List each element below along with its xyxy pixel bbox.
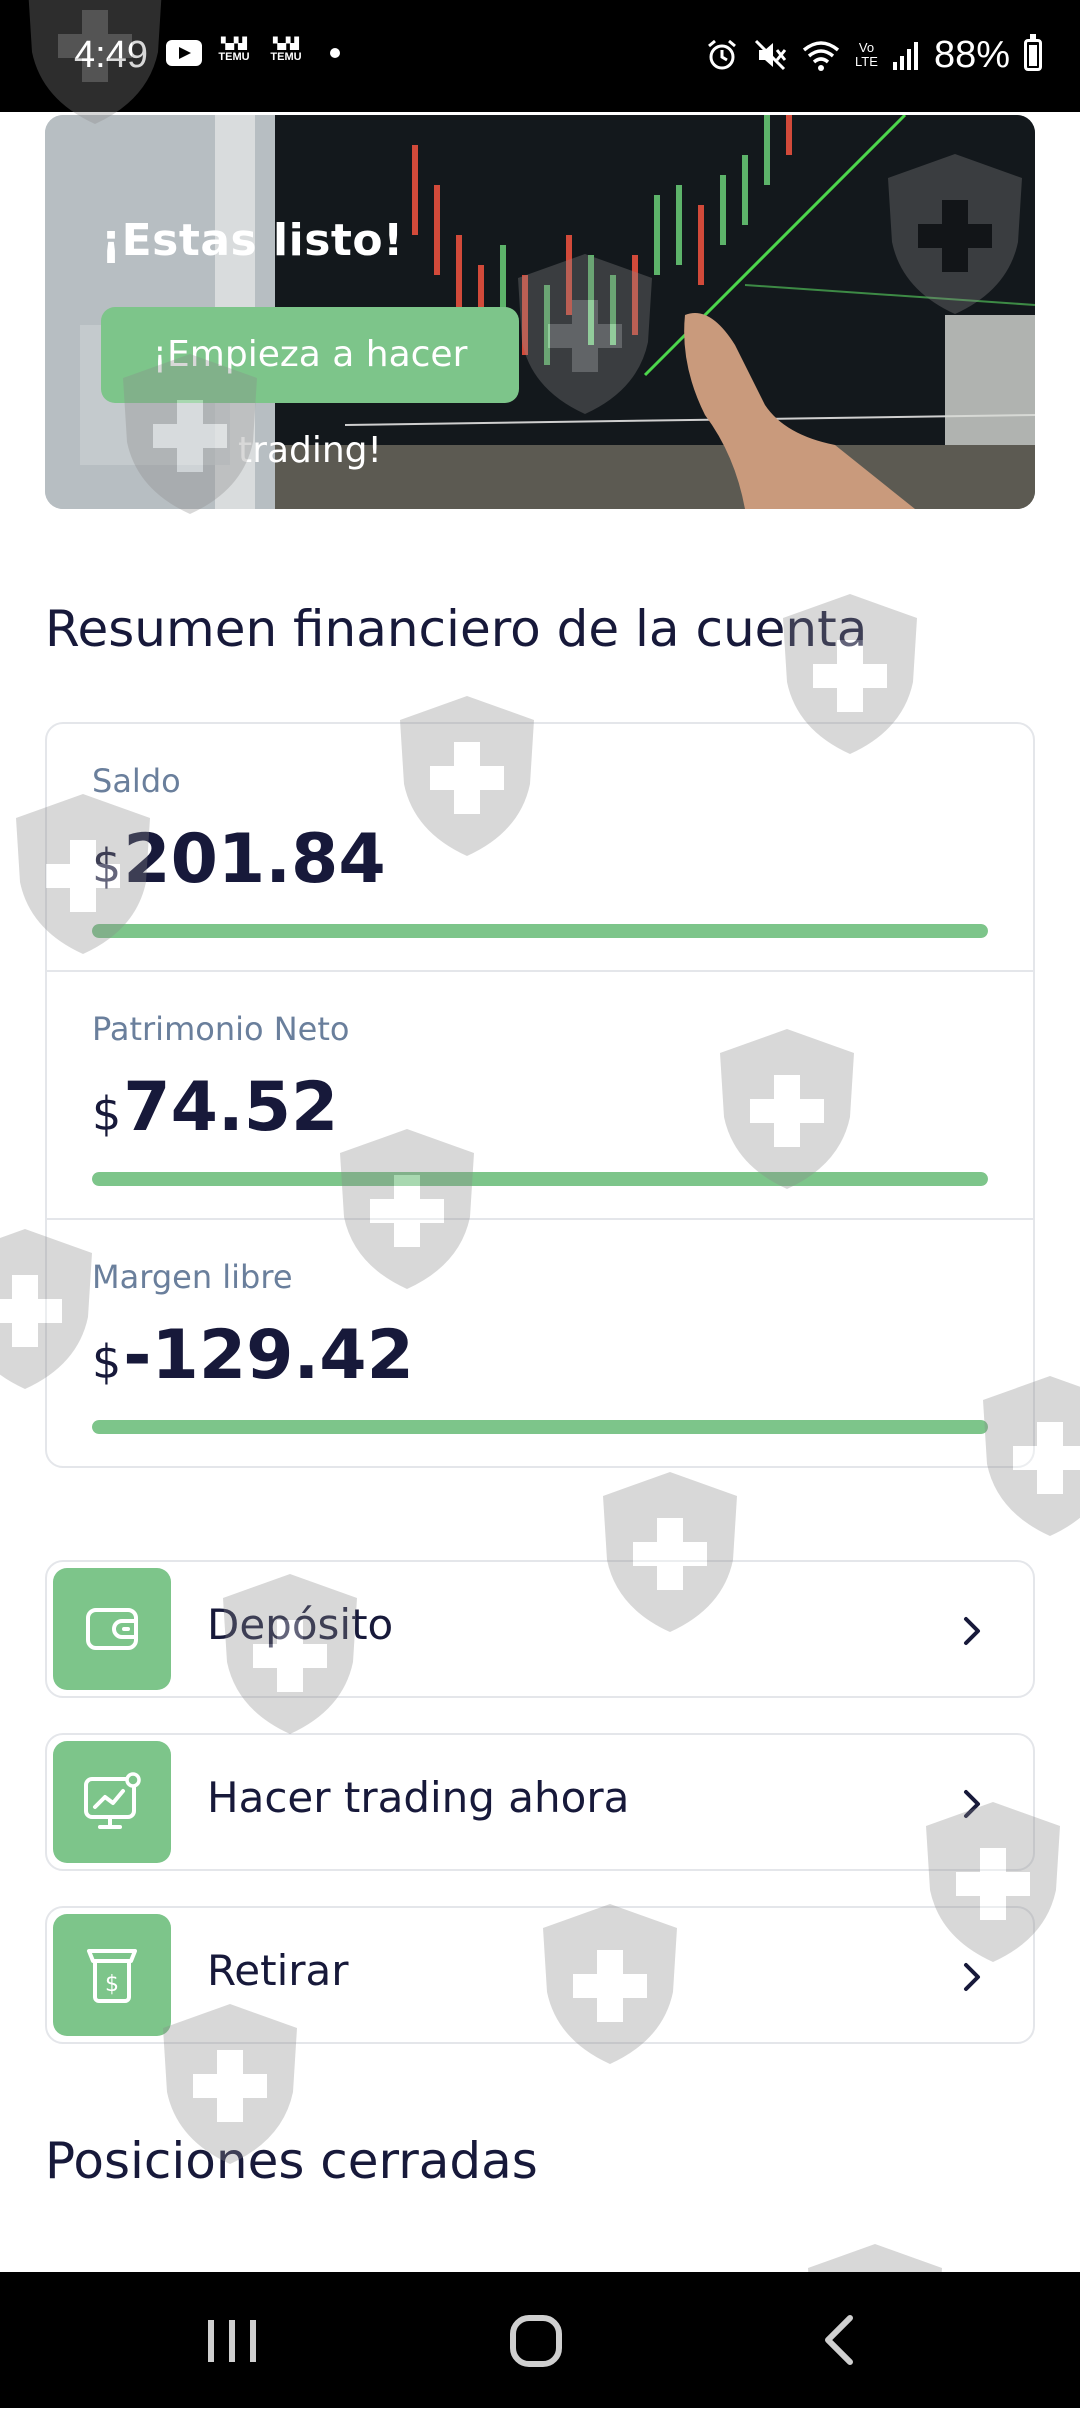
currency-symbol: $ (92, 1335, 122, 1389)
battery-icon (1024, 34, 1042, 71)
deposit-label: Depósito (207, 1600, 394, 1649)
status-bar: 4:49 ▚▞▟ TEMU ▚▞▟ TEMU Vo LTE 88% (0, 0, 1080, 112)
summary-title: Resumen financiero de la cuenta (45, 600, 868, 658)
currency-symbol: $ (92, 839, 122, 893)
alarm-icon (708, 39, 737, 70)
chevron-right-icon (964, 1790, 980, 1818)
battery-percentage: 88% (933, 34, 1010, 76)
metric-saldo: Saldo $201.84 (47, 724, 1033, 972)
mute-icon (754, 39, 787, 71)
volte-lte-icon: Vo LTE (855, 40, 878, 69)
temu-icon: ▚▞▟ TEMU (270, 38, 302, 63)
back-icon (825, 2315, 853, 2365)
metric-patrimonio-neto: Patrimonio Neto $74.52 (47, 972, 1033, 1220)
status-time: 4:49 (74, 34, 148, 76)
system-status-icons: Vo LTE 88% (705, 30, 1042, 80)
metric-amount: -129.42 (123, 1316, 414, 1395)
temu-icon: ▚▞▟ TEMU (218, 38, 250, 63)
progress-bar (92, 924, 988, 938)
metric-label: Margen libre (92, 1258, 293, 1296)
metric-margen-libre: Margen libre $-129.42 (47, 1220, 1033, 1468)
trade-now-label: Hacer trading ahora (207, 1773, 630, 1822)
deposit-button[interactable]: Depósito (45, 1560, 1035, 1698)
withdraw-button[interactable]: $ Retirar (45, 1906, 1035, 2044)
trade-now-button[interactable]: Hacer trading ahora (45, 1733, 1035, 1871)
dot-icon (330, 48, 340, 58)
svg-text:$: $ (105, 1972, 119, 1997)
progress-bar (92, 1172, 988, 1186)
chevron-right-icon (964, 1963, 980, 1991)
start-trading-button[interactable]: ¡Empieza a hacer trading! (101, 307, 519, 471)
signal-icon (892, 42, 918, 70)
metric-amount: 201.84 (123, 820, 386, 899)
trading-chart-icon (53, 1741, 171, 1863)
account-summary-card: Saldo $201.84 Patrimonio Neto $74.52 Mar… (45, 722, 1035, 1468)
system-nav-bar (0, 2272, 1080, 2408)
progress-bar-fill (92, 1172, 988, 1186)
currency-symbol: $ (92, 1087, 122, 1141)
withdraw-label: Retirar (207, 1946, 349, 1995)
youtube-icon (166, 40, 202, 66)
closed-positions-title: Posiciones cerradas (45, 2132, 538, 2190)
metric-value: $201.84 (92, 820, 386, 899)
recent-apps-button[interactable] (132, 2272, 332, 2408)
back-button[interactable] (740, 2272, 940, 2408)
metric-value: $74.52 (92, 1068, 338, 1147)
progress-bar-fill (92, 1420, 988, 1434)
banner-title: ¡Estas listo! (101, 215, 404, 266)
progress-bar-fill (92, 924, 988, 938)
chevron-right-icon (964, 1617, 980, 1645)
metric-label: Patrimonio Neto (92, 1010, 350, 1048)
wifi-icon (802, 41, 840, 71)
withdraw-icon: $ (53, 1914, 171, 2036)
metric-value: $-129.42 (92, 1316, 414, 1395)
wallet-icon (53, 1568, 171, 1690)
metric-label: Saldo (92, 762, 181, 800)
recent-apps-icon (208, 2320, 256, 2362)
notification-icons: ▚▞▟ TEMU ▚▞▟ TEMU (166, 38, 340, 68)
metric-amount: 74.52 (123, 1068, 339, 1147)
home-button[interactable] (436, 2272, 636, 2408)
progress-bar (92, 1420, 988, 1434)
home-icon (510, 2315, 562, 2367)
promo-banner: ¡Estas listo! ¡Empieza a hacer trading! (45, 115, 1035, 509)
